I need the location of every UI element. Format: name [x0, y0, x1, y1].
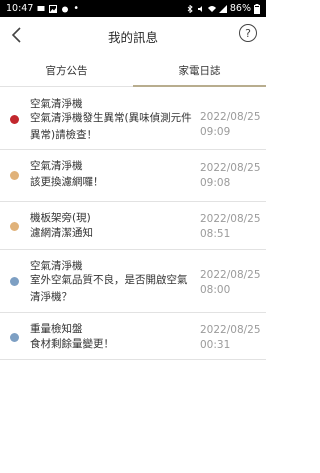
dot-icon: •: [73, 3, 79, 14]
message-icon: [37, 5, 45, 11]
page-title: 我的訊息: [107, 29, 158, 45]
signal-icon: [218, 4, 227, 13]
status-dot: [10, 115, 19, 124]
mute-icon: [197, 5, 202, 12]
message-item[interactable]: 空氣清淨機 空氣清淨機發生異常(異味偵測元件異常)請檢查！ 2022/08/25…: [0, 88, 266, 150]
status-bar: 10:47 • 86%: [0, 0, 266, 17]
app-header: 我的訊息 ?: [0, 17, 266, 55]
message-time: 09:09: [200, 126, 231, 138]
message-item[interactable]: 空氣清淨機 室外空氣品質不良，是否開啟空氣清淨機？ 2022/08/25 08:…: [0, 250, 266, 313]
message-item[interactable]: 空氣清淨機 該更換濾網囉！ 2022/08/25 09:08: [0, 150, 266, 202]
tab-official-announcements[interactable]: 官方公告: [0, 55, 133, 86]
android-icon: [62, 6, 69, 12]
message-date: 2022/08/25: [200, 269, 261, 281]
message-date: 2022/08/25: [200, 111, 261, 123]
status-dot: [10, 333, 19, 342]
message-list: 空氣清淨機 空氣清淨機發生異常(異味偵測元件異常)請檢查！ 2022/08/25…: [0, 88, 266, 360]
message-device: 重量檢知盤: [30, 323, 83, 335]
message-date: 2022/08/25: [200, 324, 261, 336]
message-text: 濾網清潔通知: [30, 227, 93, 239]
message-text: 食材剩餘量變更！: [30, 338, 114, 350]
battery-percent: 86%: [229, 3, 251, 14]
message-time: 08:51: [200, 228, 231, 240]
tab-appliance-log[interactable]: 家電日誌: [133, 55, 266, 87]
help-button[interactable]: ?: [239, 24, 257, 42]
image-icon: [49, 4, 58, 13]
message-text: 室外空氣品質不良，是否開啟空氣清淨機？: [30, 274, 188, 303]
battery-icon: [254, 3, 260, 14]
back-arrow-icon[interactable]: [9, 25, 25, 45]
tab-bar: 官方公告 家電日誌: [0, 55, 266, 87]
message-text: 該更換濾網囉！: [30, 176, 104, 188]
message-device: 空氣清淨機: [30, 160, 83, 172]
message-text: 空氣清淨機發生異常(異味偵測元件異常)請檢查！: [30, 112, 192, 141]
message-item[interactable]: 機板架旁(現) 濾網清潔通知 2022/08/25 08:51: [0, 202, 266, 250]
bluetooth-icon: [187, 4, 193, 13]
message-date: 2022/08/25: [200, 162, 261, 174]
message-time: 09:08: [200, 177, 231, 189]
wifi-icon: [207, 5, 216, 12]
status-dot: [10, 222, 19, 231]
status-dot: [10, 171, 19, 180]
status-time: 10:47: [6, 3, 34, 14]
message-date: 2022/08/25: [200, 213, 261, 225]
message-device: 空氣清淨機: [30, 260, 83, 272]
message-device: 機板架旁(現): [30, 212, 91, 224]
message-item[interactable]: 重量檢知盤 食材剩餘量變更！ 2022/08/25 00:31: [0, 313, 266, 360]
message-time: 08:00: [200, 284, 231, 296]
status-dot: [10, 277, 19, 286]
message-time: 00:31: [200, 339, 231, 351]
message-device: 空氣清淨機: [30, 98, 83, 110]
